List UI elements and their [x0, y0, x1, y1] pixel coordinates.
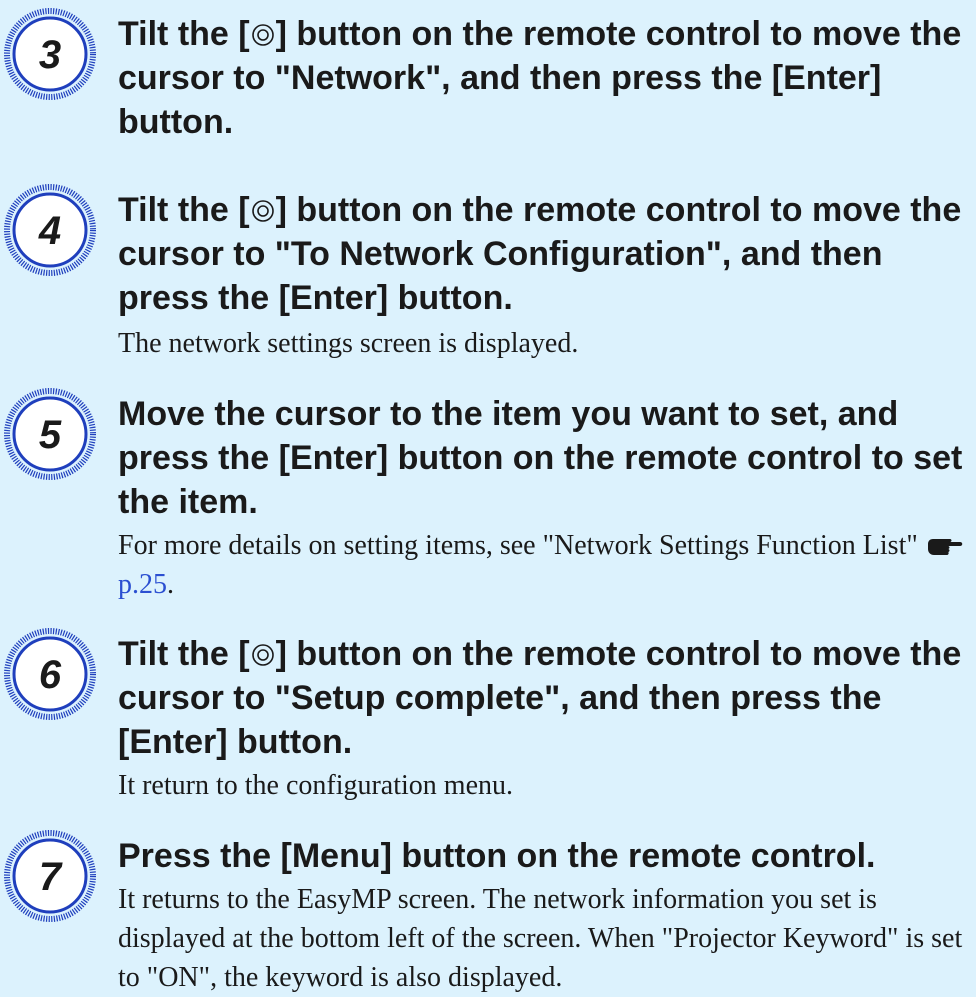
pointing-hand-icon — [927, 539, 963, 555]
page-reference-link[interactable]: p.25 — [118, 569, 167, 600]
concentric-circle-icon — [251, 644, 274, 666]
step-number: 5 — [39, 413, 62, 457]
heading-text-start: Tilt the [ — [118, 635, 250, 673]
step-heading: Move the cursor to the item you want to … — [118, 395, 963, 521]
step-number-badge: 4 — [4, 184, 96, 276]
step-number-badge: 3 — [4, 8, 96, 100]
heading-text-start: Tilt the [ — [118, 15, 250, 53]
step-heading: Tilt the [] button on the remote control… — [118, 12, 968, 144]
step-number: 7 — [39, 855, 63, 899]
step-description: It returns to the EasyMP screen. The net… — [118, 884, 963, 993]
step-description: It return to the configuration menu. — [118, 770, 513, 801]
step-number-badge: 6 — [4, 628, 96, 720]
concentric-circle-icon — [251, 24, 274, 46]
step-heading: Press the [Menu] button on the remote co… — [118, 837, 876, 875]
description-text: For more details on setting items, see "… — [118, 530, 918, 561]
step-number: 4 — [38, 209, 61, 253]
step-number: 6 — [39, 653, 62, 697]
step-heading: Tilt the [] button on the remote control… — [118, 188, 968, 320]
description-end: . — [167, 569, 174, 600]
step-number-badge: 5 — [4, 388, 96, 480]
concentric-circle-icon — [251, 200, 274, 222]
heading-text-start: Tilt the [ — [118, 191, 250, 229]
step-number: 3 — [39, 33, 61, 77]
step-description: For more details on setting items, see "… — [118, 526, 968, 604]
step-description: The network settings screen is displayed… — [118, 328, 579, 359]
step-heading: Tilt the [] button on the remote control… — [118, 632, 968, 764]
step-number-badge: 7 — [4, 830, 96, 922]
